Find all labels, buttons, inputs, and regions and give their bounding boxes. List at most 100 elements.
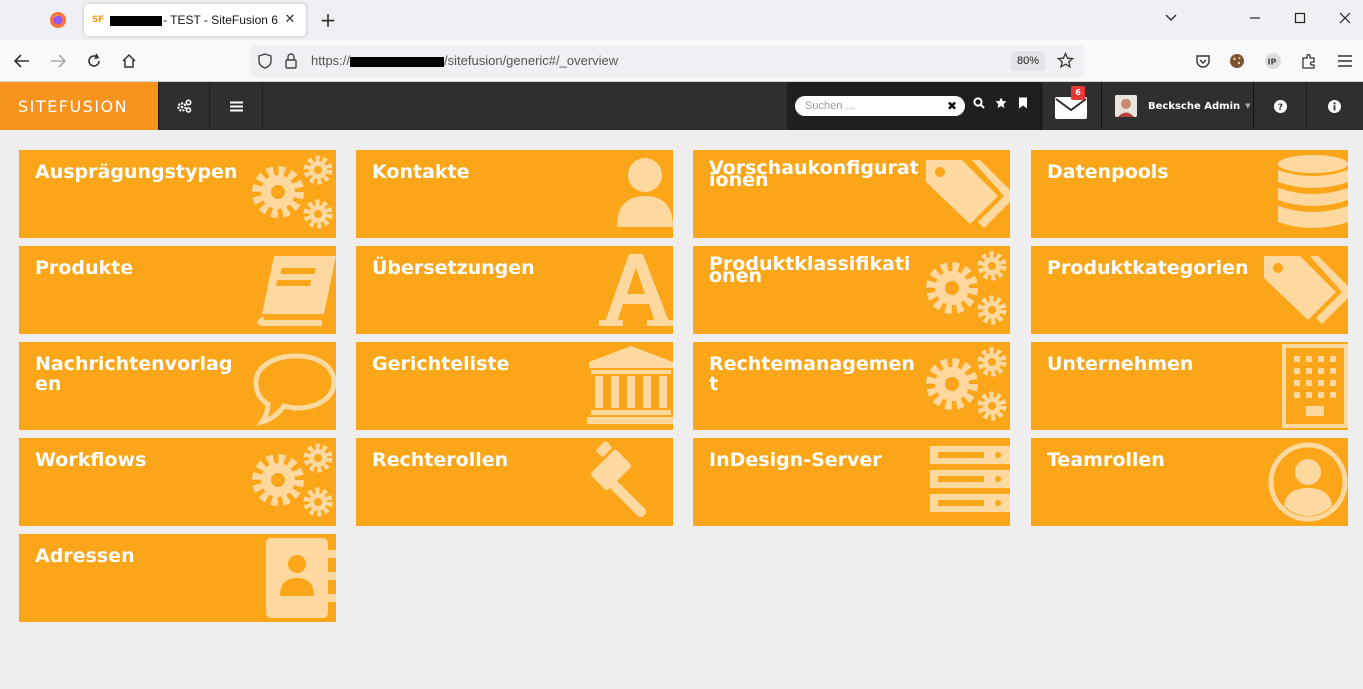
tile-unternehmen[interactable]: Unternehmen [1031,342,1348,430]
menu-toggle-button[interactable] [211,82,263,130]
gears-icon [177,99,192,113]
gears-icon [236,150,336,238]
redacted-block [110,15,162,26]
extensions-puzzle-icon[interactable] [1296,48,1322,74]
zoom-level-badge[interactable]: 80% [1011,51,1045,71]
sitefusion-favicon-icon: SF [92,15,104,25]
tile-label: Rechtemanagement [709,353,915,395]
tile-auspraegungstypen[interactable]: Ausprägungstypen [19,150,336,238]
gavel-icon [573,438,673,526]
address-book-icon [236,534,336,622]
tile-label: Übersetzungen [372,257,535,279]
avatar [1115,95,1137,117]
cookie-extension-icon[interactable] [1224,48,1250,74]
firefox-menu-icon[interactable] [44,8,72,32]
user-icon [573,150,673,238]
url-bar[interactable]: https:///sitefusion/generic#/_overview 8… [250,45,1084,77]
help-button[interactable]: ? [1255,82,1307,130]
tile-adressen[interactable]: Adressen [19,534,336,622]
bookmark-star-icon[interactable] [1056,51,1075,73]
active-tab[interactable]: SF - TEST - SiteFusion 6 ✕ [84,4,306,36]
bars-icon [230,101,243,111]
forward-arrow-icon[interactable] [45,48,71,74]
back-arrow-icon[interactable] [9,48,35,74]
tile-uebersetzungen[interactable]: Übersetzungen [356,246,673,334]
tile-label: InDesign-Server [709,449,882,471]
user-menu[interactable]: Becksche Admin ▼ [1101,82,1254,130]
tile-rechterollen[interactable]: Rechterollen [356,438,673,526]
tile-label: Rechterollen [372,449,509,471]
tile-produktklassifikationen[interactable]: Produktklassifikationen [693,246,1010,334]
tile-produkte[interactable]: Produkte [19,246,336,334]
tile-vorschaukonfigurationen[interactable]: Vorschaukonfigurationen [693,150,1010,238]
building-icon [1248,342,1348,430]
search-area: ✖ [787,82,1041,130]
sitefusion-logo[interactable]: SITEFUSION [0,82,158,130]
home-icon[interactable] [116,48,142,74]
question-circle-icon: ? [1274,99,1287,113]
tile-label: Unternehmen [1047,353,1194,375]
tile-label: Vorschaukonfigurationen [709,157,919,191]
tile-label: Gerichteliste [372,353,510,375]
url-text[interactable]: https:///sitefusion/generic#/_overview [311,53,618,68]
tile-kontakte[interactable]: Kontakte [356,150,673,238]
ip-extension-icon[interactable]: IP [1260,48,1286,74]
app-header: SITEFUSION ✖ 6 Becksche A [0,82,1363,130]
bookmark-icon[interactable] [1018,97,1028,112]
tile-teamrollen[interactable]: Teamrollen [1031,438,1348,526]
browser-nav-bar: https:///sitefusion/generic#/_overview 8… [0,40,1363,82]
info-button[interactable] [1306,82,1363,130]
comment-icon [236,342,336,430]
info-circle-icon [1328,99,1341,113]
settings-gears-button[interactable] [158,82,210,130]
tile-label: Teamrollen [1047,449,1165,471]
new-tab-button[interactable]: + [316,8,340,32]
shield-icon[interactable] [258,53,272,73]
minimize-window-button[interactable] [1240,6,1270,32]
gears-icon [236,438,336,526]
tags-icon [910,150,1010,238]
search-input[interactable] [795,96,965,116]
tile-workflows[interactable]: Workflows [19,438,336,526]
favorites-star-icon[interactable] [995,97,1007,112]
gears-icon [910,246,1010,334]
tile-produktkategorien[interactable]: Produktkategorien [1031,246,1348,334]
tile-label: Ausprägungstypen [35,161,238,183]
tab-title: - TEST - SiteFusion 6 [110,13,282,27]
tile-gerichteliste[interactable]: Gerichteliste [356,342,673,430]
tile-label: Workflows [35,449,147,471]
lock-icon[interactable] [284,53,298,73]
user-circle-icon [1248,438,1348,526]
clear-search-icon[interactable]: ✖ [947,99,957,113]
tile-datenpools[interactable]: Datenpools [1031,150,1348,238]
bank-icon [573,342,673,430]
pocket-icon[interactable] [1190,48,1216,74]
reload-icon[interactable] [81,48,107,74]
hamburger-menu-icon[interactable] [1332,48,1358,74]
database-icon [1248,150,1348,238]
tile-rechtemanagement[interactable]: Rechtemanagement [693,342,1010,430]
user-name: Becksche Admin [1148,100,1241,112]
book-icon [236,246,336,334]
maximize-window-button[interactable] [1285,6,1315,32]
font-icon [573,246,673,334]
tile-label: Produkte [35,257,134,279]
browser-tab-bar: SF - TEST - SiteFusion 6 ✕ + [0,0,1363,40]
close-window-button[interactable] [1330,6,1360,32]
tile-nachrichtenvorlagen[interactable]: Nachrichtenvorlagen [19,342,336,430]
messages-button[interactable]: 6 [1041,82,1101,130]
tab-list-chevron-icon[interactable] [1156,6,1186,32]
svg-text:IP: IP [1268,58,1277,67]
tile-label: Produktklassifikationen [709,253,911,287]
caret-down-icon: ▼ [1245,102,1251,110]
server-icon [910,438,1010,526]
tile-label: Datenpools [1047,161,1169,183]
tags-icon [1248,246,1348,334]
redacted-block [350,56,445,67]
tile-indesign-server[interactable]: InDesign-Server [693,438,1010,526]
tab-close-icon[interactable]: ✕ [282,12,298,28]
message-count-badge: 6 [1071,86,1085,100]
tile-label: Produktkategorien [1047,257,1249,279]
svg-text:?: ? [1278,103,1283,113]
search-icon[interactable] [973,97,985,112]
